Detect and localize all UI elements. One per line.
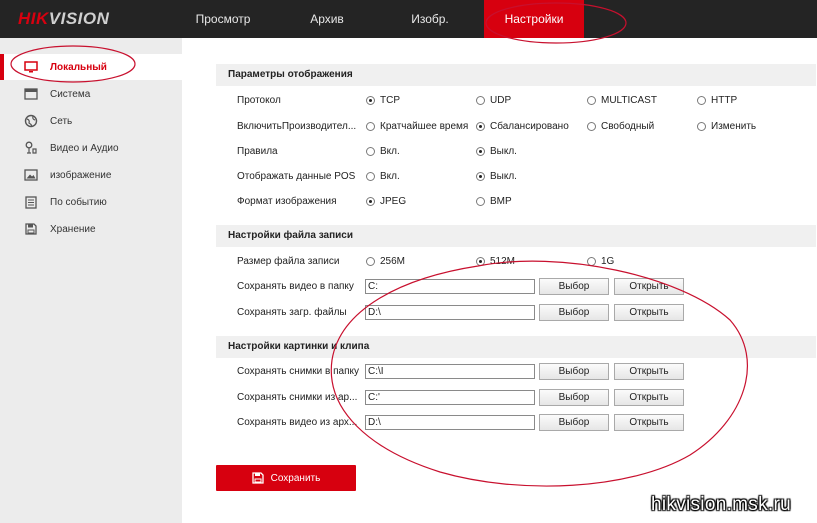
pos-on-radio[interactable]: Вкл. <box>366 171 400 182</box>
rules-off-radio[interactable]: Выкл. <box>476 146 517 157</box>
mic-icon <box>24 141 38 155</box>
radio-dot <box>476 197 485 206</box>
radio-dot <box>476 147 485 156</box>
file-size-label: Размер файла записи <box>237 256 340 267</box>
picture-icon <box>24 168 38 182</box>
snap-play-browse-button[interactable]: Выбор <box>539 389 609 406</box>
radio-dot <box>476 96 485 105</box>
snap-folder-label: Сохранять снимки в папку <box>237 366 359 377</box>
radio-dot <box>366 147 375 156</box>
video-folder-label: Сохранять видео в папку <box>237 281 354 292</box>
download-folder-open-button[interactable]: Открыть <box>614 304 684 321</box>
brand-logo: HIKVISION <box>18 9 110 28</box>
pos-off-radio[interactable]: Выкл. <box>476 171 517 182</box>
radio-dot <box>366 96 375 105</box>
section-title-snapshot: Настройки картинки и клипа <box>216 336 816 358</box>
sidebar-item-label: Видео и Аудио <box>50 142 119 154</box>
sidebar-item-network[interactable]: Сеть <box>0 108 182 134</box>
format-jpeg-radio[interactable]: JPEG <box>366 196 406 207</box>
sidebar-item-storage[interactable]: Хранение <box>0 216 182 242</box>
radio-dot <box>366 257 375 266</box>
radio-dot <box>366 172 375 181</box>
snap-folder-input[interactable]: C:\I <box>365 364 535 379</box>
performance-custom-radio[interactable]: Изменить <box>697 121 756 132</box>
window-icon <box>24 87 38 101</box>
top-bar: HIKVISION Просмотр Архив Изобр. Настройк… <box>0 0 817 38</box>
protocol-udp-radio[interactable]: UDP <box>476 95 511 106</box>
download-folder-input[interactable]: D:\ <box>365 305 535 320</box>
protocol-http-radio[interactable]: HTTP <box>697 95 737 106</box>
sidebar-item-local[interactable]: Локальный <box>0 54 182 80</box>
radio-dot <box>366 122 375 131</box>
radio-dot <box>697 122 706 131</box>
sidebar-item-video-audio[interactable]: Видео и Аудио <box>0 135 182 161</box>
radio-dot <box>587 122 596 131</box>
nav-preview[interactable]: Просмотр <box>178 0 268 38</box>
monitor-icon <box>24 60 38 74</box>
sidebar-item-label: Система <box>50 88 91 100</box>
sidebar-item-label: По событию <box>50 196 107 208</box>
floppy-icon <box>251 472 264 484</box>
calendar-icon <box>24 195 38 209</box>
radio-dot <box>697 96 706 105</box>
radio-dot <box>587 257 596 266</box>
radio-dot <box>587 96 596 105</box>
storage-icon <box>24 222 38 236</box>
performance-balanced-radio[interactable]: Сбалансировано <box>476 121 569 132</box>
nav-settings[interactable]: Настройки <box>484 0 584 38</box>
sidebar-item-event[interactable]: По событию <box>0 189 182 215</box>
protocol-tcp-radio[interactable]: TCP <box>366 95 400 106</box>
performance-fluent-radio[interactable]: Свободный <box>587 121 654 132</box>
watermark-text: hikvision.msk.ru <box>651 494 791 515</box>
clip-play-browse-button[interactable]: Выбор <box>539 414 609 431</box>
video-folder-browse-button[interactable]: Выбор <box>539 278 609 295</box>
clip-play-label: Сохранять видео из арх... <box>237 417 358 428</box>
section-title-display: Параметры отображения <box>216 64 816 86</box>
section-title-record: Настройки файла записи <box>216 225 816 247</box>
pos-label: Отображать данные POS <box>237 171 356 182</box>
sidebar-item-label: изображение <box>50 169 112 181</box>
protocol-label: Протокол <box>237 95 281 106</box>
rules-on-radio[interactable]: Вкл. <box>366 146 400 157</box>
download-folder-browse-button[interactable]: Выбор <box>539 304 609 321</box>
radio-dot <box>366 197 375 206</box>
file-size-512-radio[interactable]: 512M <box>476 256 515 267</box>
sidebar-item-image[interactable]: изображение <box>0 162 182 188</box>
nav-image[interactable]: Изобр. <box>388 0 472 38</box>
snap-play-open-button[interactable]: Открыть <box>614 389 684 406</box>
snap-folder-open-button[interactable]: Открыть <box>614 363 684 380</box>
format-label: Формат изображения <box>237 196 337 207</box>
format-bmp-radio[interactable]: BMP <box>476 196 512 207</box>
rules-label: Правила <box>237 146 278 157</box>
file-size-1g-radio[interactable]: 1G <box>587 256 614 267</box>
clip-play-open-button[interactable]: Открыть <box>614 414 684 431</box>
snap-folder-browse-button[interactable]: Выбор <box>539 363 609 380</box>
radio-dot <box>476 122 485 131</box>
file-size-256-radio[interactable]: 256M <box>366 256 405 267</box>
save-button[interactable]: Сохранить <box>216 465 356 491</box>
snap-play-label: Сохранять снимки из ар... <box>237 392 358 403</box>
sidebar-item-system[interactable]: Система <box>0 81 182 107</box>
globe-icon <box>24 114 38 128</box>
download-folder-label: Сохранять загр. файлы <box>237 307 347 318</box>
video-folder-open-button[interactable]: Открыть <box>614 278 684 295</box>
clip-play-input[interactable]: D:\ <box>365 415 535 430</box>
sidebar-item-label: Локальный <box>50 61 107 73</box>
sidebar: Локальный Система Сеть Видео и Аудио изо… <box>0 38 182 523</box>
protocol-multicast-radio[interactable]: MULTICAST <box>587 95 657 106</box>
performance-realtime-radio[interactable]: Кратчайшее время <box>366 121 468 132</box>
video-folder-input[interactable]: C: <box>365 279 535 294</box>
performance-label: ВключитьПроизводител... <box>237 121 357 132</box>
radio-dot <box>476 257 485 266</box>
radio-dot <box>476 172 485 181</box>
sidebar-item-label: Сеть <box>50 115 73 127</box>
nav-archive[interactable]: Архив <box>290 0 364 38</box>
snap-play-input[interactable]: C:' <box>365 390 535 405</box>
sidebar-item-label: Хранение <box>50 223 96 235</box>
